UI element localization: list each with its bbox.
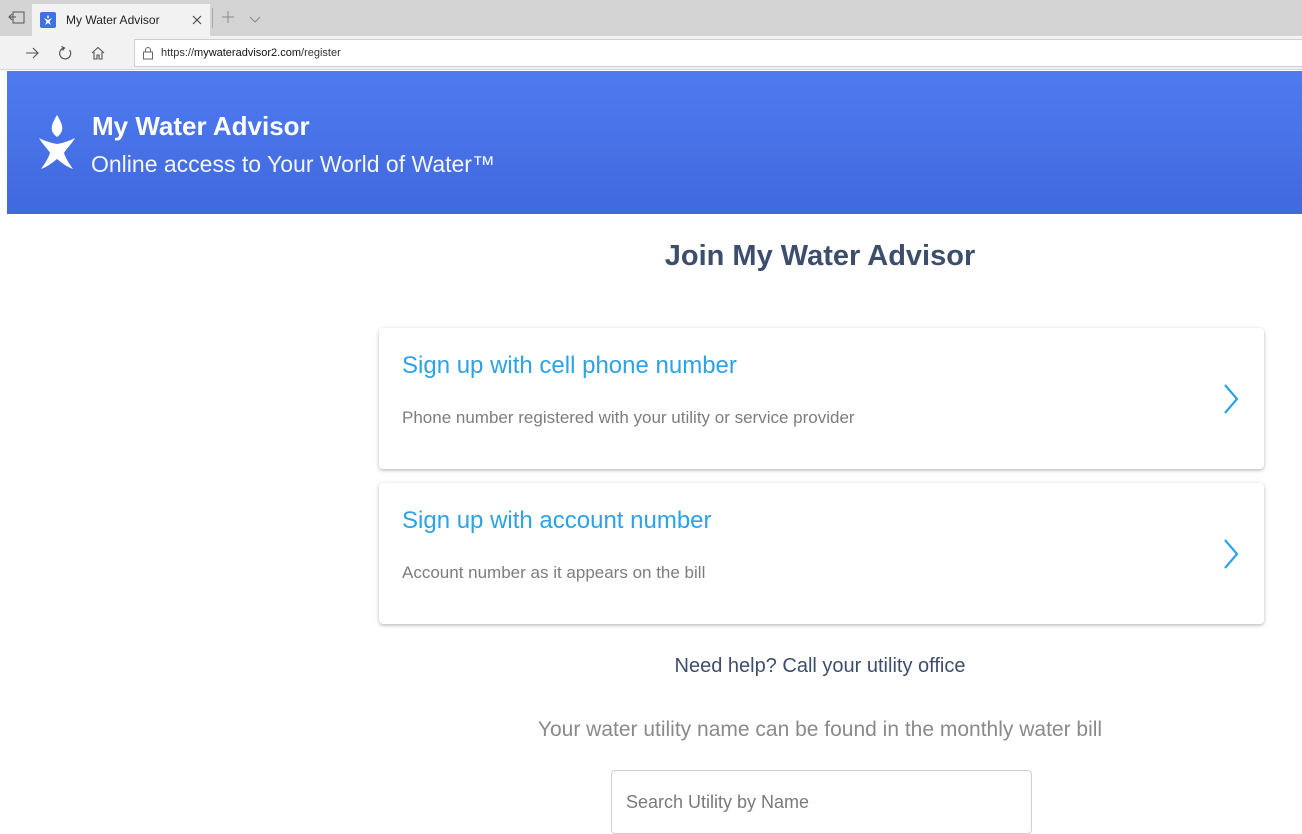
site-tagline: Online access to Your World of Water™ bbox=[91, 151, 495, 177]
signup-account-description: Account number as it appears on the bill bbox=[402, 563, 706, 582]
signup-phone-card[interactable]: Sign up with cell phone number Phone num… bbox=[379, 328, 1264, 469]
browser-nav-bar: https://mywateradvisor2.com/register bbox=[0, 36, 1302, 70]
water-drop-person-icon[interactable] bbox=[37, 107, 77, 173]
close-tab-icon[interactable] bbox=[190, 13, 204, 27]
signup-phone-title: Sign up with cell phone number bbox=[402, 352, 737, 379]
home-icon[interactable] bbox=[90, 45, 106, 61]
chevron-right-icon[interactable] bbox=[1222, 538, 1240, 570]
utility-hint-text: Your water utility name can be found in … bbox=[537, 718, 1103, 741]
signup-account-card[interactable]: Sign up with account number Account numb… bbox=[379, 483, 1264, 624]
address-bar[interactable]: https://mywateradvisor2.com/register bbox=[134, 39, 1302, 67]
url-scheme: https:// bbox=[161, 47, 195, 59]
page-title: Join My Water Advisor bbox=[664, 240, 976, 272]
chevron-down-icon[interactable] bbox=[248, 12, 262, 23]
chevron-right-icon[interactable] bbox=[1222, 383, 1240, 415]
url-path: /register bbox=[301, 47, 341, 59]
new-tab-icon[interactable] bbox=[220, 9, 236, 25]
arrow-right-icon[interactable] bbox=[24, 45, 40, 61]
signup-phone-description: Phone number registered with your utilit… bbox=[402, 408, 855, 427]
url-text: https://mywateradvisor2.com/register bbox=[161, 47, 341, 59]
lock-icon bbox=[142, 46, 154, 60]
utility-search-input[interactable] bbox=[611, 770, 1032, 834]
signup-account-title: Sign up with account number bbox=[402, 507, 712, 534]
site-favicon-icon bbox=[40, 12, 56, 28]
tab-title: My Water Advisor bbox=[66, 13, 160, 27]
tab-actions-icon[interactable] bbox=[8, 10, 26, 26]
browser-tab-bar: My Water Advisor bbox=[0, 0, 1302, 36]
site-header: My Water Advisor Online access to Your W… bbox=[7, 71, 1302, 214]
browser-tab-active[interactable]: My Water Advisor bbox=[32, 4, 210, 36]
site-title[interactable]: My Water Advisor bbox=[92, 111, 310, 142]
url-host: mywateradvisor2.com bbox=[194, 47, 302, 59]
tab-divider bbox=[212, 8, 213, 28]
help-text: Need help? Call your utility office bbox=[674, 655, 966, 677]
refresh-icon[interactable] bbox=[58, 45, 74, 61]
